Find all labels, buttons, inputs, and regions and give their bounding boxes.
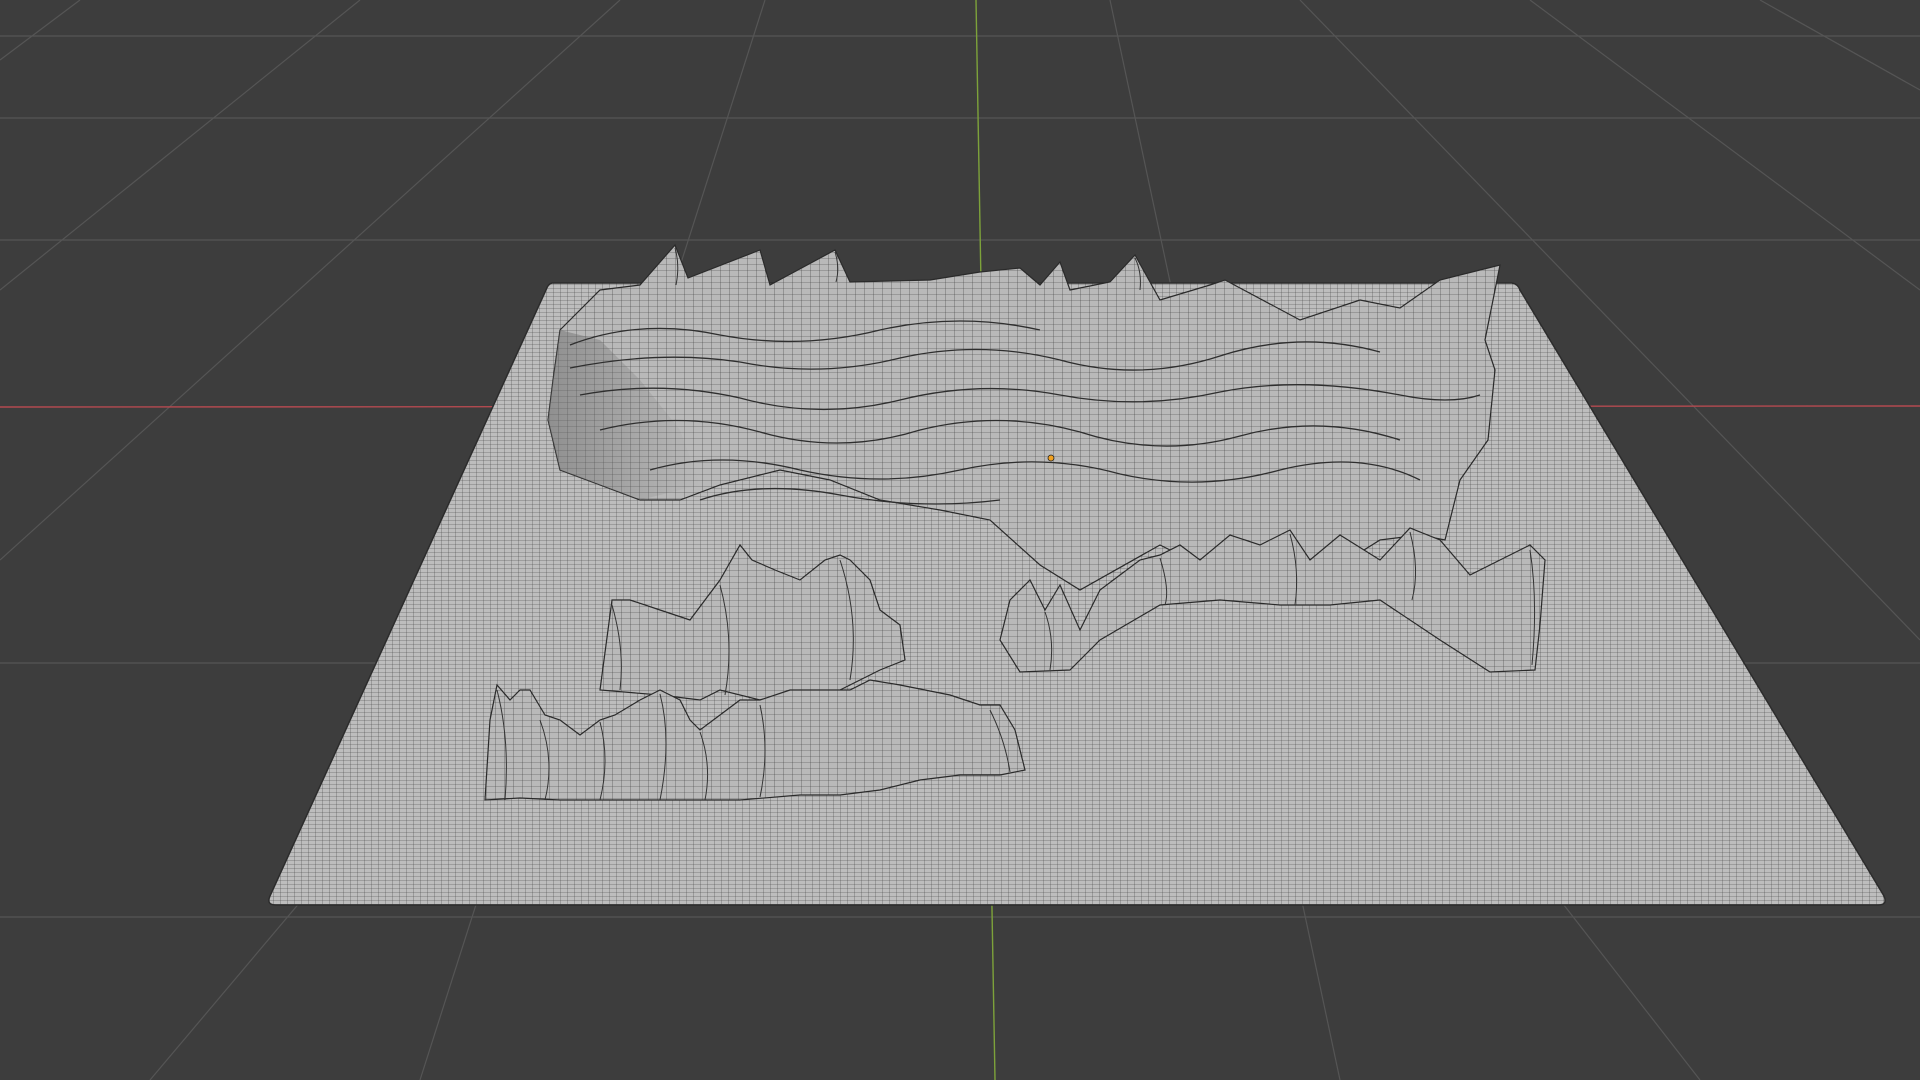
viewport-canvas[interactable] (0, 0, 1920, 1080)
terrain-mesh[interactable] (268, 243, 1886, 906)
3d-viewport[interactable] (0, 0, 1920, 1080)
object-origin-icon[interactable] (1047, 454, 1055, 462)
